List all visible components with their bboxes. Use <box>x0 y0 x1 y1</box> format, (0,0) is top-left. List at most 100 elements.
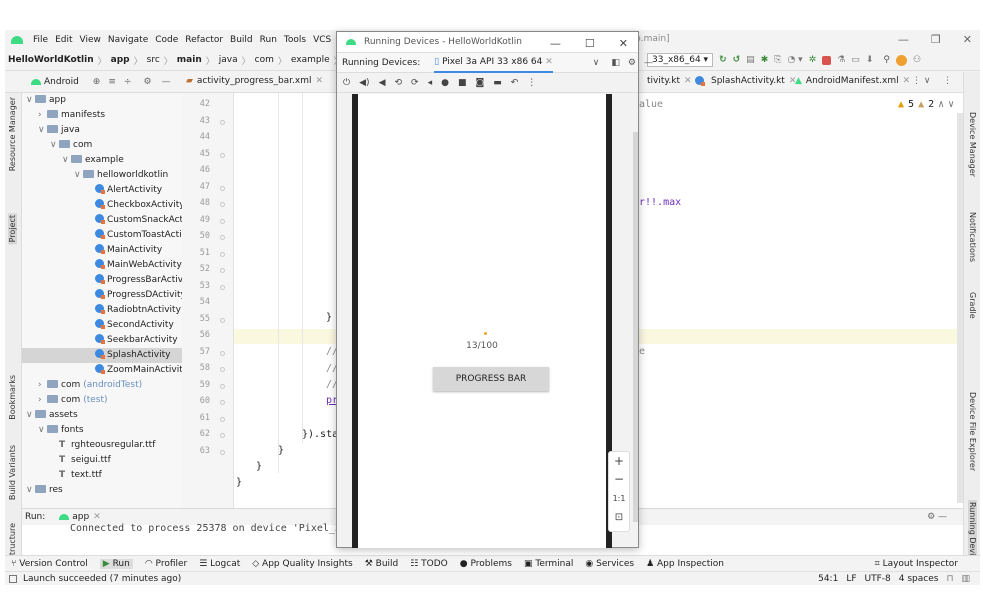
fold-marker-icon[interactable] <box>220 218 225 224</box>
device-screen[interactable]: 13/100 PROGRESS BAR <box>358 94 606 548</box>
maximize-icon[interactable]: ☐ <box>585 37 595 50</box>
tree-class-item[interactable]: MainActivity <box>22 243 182 258</box>
tab-version-control[interactable]: ⑂ Version Control <box>11 559 88 569</box>
chevron-right-icon[interactable]: › <box>38 393 47 408</box>
menu-vcs[interactable]: VCS <box>313 35 331 45</box>
tab-resource-manager[interactable]: Resource Manager <box>8 97 17 171</box>
menu-tools[interactable]: Tools <box>284 35 306 45</box>
close-icon[interactable]: ✕ <box>963 33 972 46</box>
tab-services[interactable]: ◉ Services <box>585 559 634 569</box>
stop-icon[interactable] <box>822 55 832 65</box>
fold-marker-icon[interactable] <box>220 416 225 422</box>
chevron-down-icon[interactable]: ∨ <box>38 423 47 438</box>
collapse-icon[interactable]: ≡ <box>108 77 116 87</box>
lock-icon[interactable]: ⊓ <box>946 574 953 584</box>
tab-app-inspection[interactable]: ♟ App Inspection <box>646 559 724 569</box>
layout-icon[interactable]: ▤ <box>746 55 755 65</box>
tab-build[interactable]: ⚒ Build <box>365 559 399 569</box>
gear-icon[interactable]: ⚙ <box>628 58 636 68</box>
tab-logcat[interactable]: ☰ Logcat <box>199 559 240 569</box>
tab-build-variants[interactable]: Build Variants <box>8 445 17 500</box>
tree-class-item[interactable]: SplashActivity <box>22 348 182 363</box>
tab-project[interactable]: Project <box>8 213 17 245</box>
gear-icon[interactable]: ⚙ <box>143 77 151 87</box>
zoom-fit-icon[interactable]: ⊡ <box>609 512 629 523</box>
tree-class-item[interactable]: CustomSnackActivity <box>22 213 182 228</box>
volume-up-icon[interactable]: ◀) <box>359 78 369 88</box>
tree-folder-item[interactable]: ∨ app <box>22 93 182 108</box>
breadcrumb-item[interactable]: com <box>255 55 274 65</box>
chevron-down-icon[interactable]: ∨ <box>62 153 71 168</box>
tree-class-item[interactable]: SeekbarActivity <box>22 333 182 348</box>
screenshot-icon[interactable]: ◙ <box>475 78 484 88</box>
back-icon[interactable]: ◂ <box>428 78 433 88</box>
line-separator[interactable]: LF <box>846 574 856 584</box>
home-icon[interactable]: ● <box>441 78 449 88</box>
tree-class-item[interactable]: CheckboxActivity <box>22 198 182 213</box>
device-mirror-icon[interactable]: ▭ <box>851 55 860 65</box>
minimize-icon[interactable]: — <box>898 33 909 46</box>
account-icon[interactable]: ⚇ <box>913 55 921 65</box>
editor-tab[interactable]: tivity.kt ✕ <box>647 76 692 86</box>
chevron-down-icon[interactable]: ∨ <box>74 168 83 183</box>
tab-close-icon[interactable]: ✕ <box>903 76 911 86</box>
tree-class-item[interactable]: AlertActivity <box>22 183 182 198</box>
bug-icon[interactable]: ✲ <box>809 55 817 65</box>
fold-marker-icon[interactable] <box>220 119 225 125</box>
locate-icon[interactable]: ⊕ <box>93 77 101 87</box>
tab-close-icon[interactable]: ✕ <box>545 57 553 67</box>
fold-marker-icon[interactable] <box>220 185 225 191</box>
tab-problems[interactable]: ● Problems <box>460 559 512 569</box>
run-tab-close-icon[interactable]: ✕ <box>93 512 101 522</box>
tree-file-item[interactable]: Ttext.ttf <box>22 468 182 483</box>
debug-icon[interactable]: ✱ <box>761 55 769 65</box>
more-tabs-icon[interactable]: ⋮ ∨ <box>912 76 930 86</box>
breadcrumb-project[interactable]: HelloWorldKotlin <box>8 55 94 65</box>
tree-folder-item[interactable]: ∨ example <box>22 153 182 168</box>
hide-icon[interactable]: — <box>644 58 653 68</box>
tab-profiler[interactable]: ◠ Profiler <box>145 559 187 569</box>
window-mode-icon[interactable]: ◧ <box>611 58 620 68</box>
device-tab[interactable]: ▯ Pixel 3a API 33 x86 64 ✕ <box>434 53 553 73</box>
fold-marker-icon[interactable] <box>220 350 225 356</box>
tab-terminal[interactable]: ▣ Terminal <box>524 559 573 569</box>
update-icon[interactable] <box>895 54 907 66</box>
tree-folder-item[interactable]: ∨ java <box>22 123 182 138</box>
menu-edit[interactable]: Edit <box>55 35 72 45</box>
menu-navigate[interactable]: Navigate <box>108 35 148 45</box>
zoom-out-icon[interactable]: − <box>609 472 629 486</box>
editor-tab[interactable]: SplashActivity.kt ✕ <box>695 76 796 86</box>
record-icon[interactable]: ▬ <box>493 78 502 88</box>
tree-class-item[interactable]: ProgressDActivity <box>22 288 182 303</box>
chevron-up-icon[interactable]: ∧ <box>938 99 944 110</box>
fold-marker-icon[interactable] <box>220 235 225 240</box>
apply-changes-icon[interactable]: ↻ <box>719 55 727 65</box>
fold-marker-icon[interactable] <box>220 268 225 273</box>
chevron-down-icon[interactable]: ∨ <box>26 93 35 108</box>
memory-icon[interactable]: ▥ <box>961 574 970 584</box>
chevron-down-icon[interactable]: ∨ <box>948 99 954 110</box>
zoom-actual-size[interactable]: 1:1 <box>609 494 629 503</box>
fold-marker-icon[interactable] <box>220 400 225 405</box>
tab-device-file-explorer[interactable]: Device File Explorer <box>968 392 977 471</box>
close-icon[interactable]: ✕ <box>619 37 628 50</box>
sync-gradle-icon[interactable]: ⚗ <box>837 55 845 65</box>
search-icon[interactable]: ⚲ <box>883 55 890 65</box>
tab-bookmarks[interactable]: Bookmarks <box>8 375 17 420</box>
menu-refactor[interactable]: Refactor <box>185 35 223 45</box>
tree-file-item[interactable]: Tseigui.ttf <box>22 453 182 468</box>
fold-marker-icon[interactable] <box>220 383 225 389</box>
tree-class-item[interactable]: CustomToastActivity <box>22 228 182 243</box>
menu-run[interactable]: Run <box>260 35 277 45</box>
undo-icon[interactable]: ↶ <box>511 78 519 88</box>
more-options-icon[interactable]: ⋮ <box>527 78 536 88</box>
menu-view[interactable]: View <box>80 35 101 45</box>
overview-icon[interactable]: ■ <box>458 78 467 88</box>
chevron-right-icon[interactable]: › <box>38 378 47 393</box>
volume-down-icon[interactable]: ◀ <box>379 78 386 88</box>
tree-folder-item[interactable]: › com (androidTest) <box>22 378 182 393</box>
breadcrumb-item[interactable]: example <box>291 55 330 65</box>
tree-class-item[interactable]: RadiobtnActivity <box>22 303 182 318</box>
fold-marker-icon[interactable] <box>220 284 225 290</box>
zoom-in-icon[interactable]: + <box>609 454 629 468</box>
